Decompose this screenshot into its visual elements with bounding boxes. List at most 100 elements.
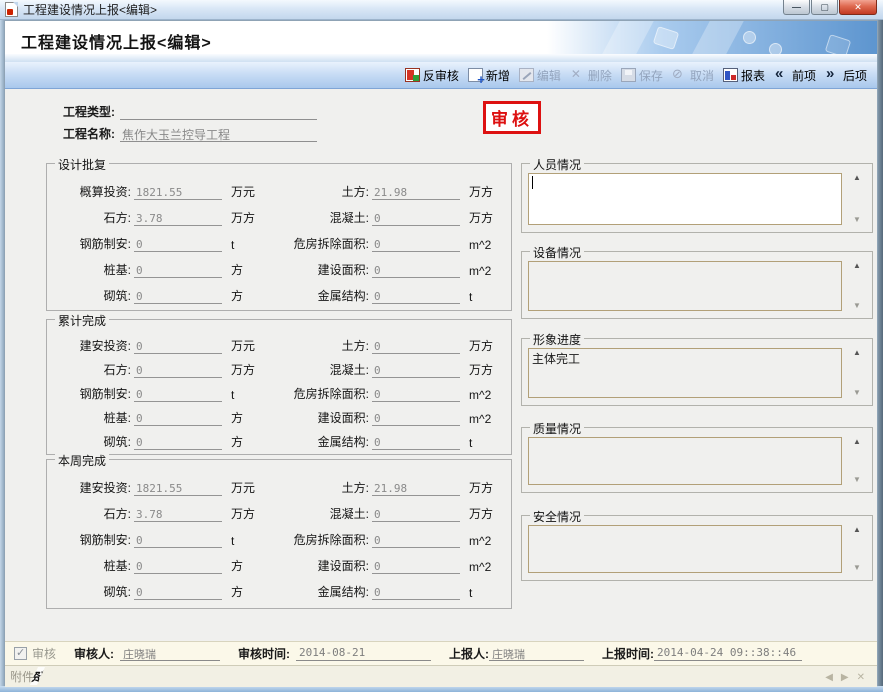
field-input[interactable]: 3.78 (134, 212, 222, 226)
scroll-down-icon[interactable]: ▼ (853, 389, 861, 397)
field-input[interactable]: 1821.55 (134, 482, 222, 496)
field-input[interactable]: 0 (372, 212, 460, 226)
field-unit: m^2 (469, 388, 491, 402)
field-label: 概算投资: (53, 183, 131, 200)
add-new-icon (468, 68, 483, 82)
field-input[interactable]: 0 (134, 436, 222, 450)
group-design-approval-title: 设计批复 (55, 156, 109, 173)
field-input[interactable]: 0 (134, 238, 222, 252)
close-icon: ✕ (854, 2, 862, 13)
header-band: 工程建设情况上报<编辑> (5, 21, 877, 54)
field-input[interactable]: 0 (134, 412, 222, 426)
field-input[interactable]: 0 (372, 508, 460, 522)
scroll-up-icon[interactable]: ▲ (853, 262, 861, 270)
field-input[interactable]: 0 (134, 388, 222, 402)
anti-audit-icon (405, 68, 420, 82)
page-title: 工程建设情况上报<编辑> (21, 29, 212, 53)
field-input[interactable]: 0 (372, 586, 460, 600)
field-row: 概算投资:1821.55万元 (53, 174, 265, 200)
field-input[interactable]: 3.78 (134, 508, 222, 522)
field-unit: 万方 (231, 361, 255, 378)
project-type-input[interactable] (120, 104, 317, 120)
panel-equipment-textarea[interactable] (528, 261, 842, 311)
field-row: 金属结构:0t (265, 278, 493, 304)
panel-personnel-textarea[interactable] (528, 173, 842, 225)
field-label: 建安投资: (53, 337, 131, 354)
report-time-input[interactable]: 2014-04-24 09::38::46 (654, 646, 802, 661)
field-input[interactable]: 0 (372, 364, 460, 378)
field-label: 石方: (53, 505, 131, 522)
field-unit: t (469, 290, 472, 304)
group-design-approval-fields: 概算投资:1821.55万元土方:21.98万方石方:3.78万方混凝土:0万方… (47, 164, 511, 304)
close-tab-icon[interactable]: ✕ (857, 672, 865, 683)
scroll-up-icon[interactable]: ▲ (853, 526, 861, 534)
reporter-input[interactable]: 庄晓瑞 (489, 646, 584, 661)
field-unit: 方 (231, 409, 243, 426)
field-label: 土方: (265, 337, 369, 354)
project-name-input[interactable]: 焦作大玉兰控导工程 (120, 126, 317, 142)
anti-audit-button-label: 反审核 (423, 67, 459, 84)
field-input[interactable]: 0 (372, 534, 460, 548)
field-input[interactable]: 0 (372, 264, 460, 278)
field-input[interactable]: 21.98 (372, 482, 460, 496)
field-unit: 万方 (469, 361, 493, 378)
delete-button-label: 删除 (588, 67, 612, 84)
scroll-down-icon[interactable]: ▼ (853, 476, 861, 484)
scroll-up-icon[interactable]: ▲ (853, 174, 861, 182)
field-input[interactable]: 1821.55 (134, 186, 222, 200)
field-input[interactable]: 0 (372, 340, 460, 354)
field-label: 桩基: (53, 261, 131, 278)
audit-checkbox[interactable] (14, 647, 27, 660)
next-item-button[interactable]: 后项 (825, 67, 867, 84)
audit-time-input[interactable]: 2014-08-21 (296, 646, 431, 661)
field-unit: 万方 (469, 505, 493, 522)
field-input[interactable]: 0 (134, 560, 222, 574)
project-name-label: 工程名称: (5, 125, 115, 142)
prev-icon (774, 68, 789, 82)
group-week-completed: 本周完成建安投资:1821.55万元土方:21.98万方石方:3.78万方混凝土… (46, 459, 512, 609)
header-gradient-strip (5, 54, 877, 62)
scroll-down-icon[interactable]: ▼ (853, 302, 861, 310)
panel-quality-textarea[interactable] (528, 437, 842, 485)
panel-safety-textarea[interactable] (528, 525, 842, 573)
field-input[interactable]: 0 (372, 388, 460, 402)
report-button-label: 报表 (741, 67, 765, 84)
field-input[interactable]: 0 (372, 412, 460, 426)
scroll-left-icon[interactable]: ◀ (825, 672, 833, 683)
cancel-icon (672, 68, 687, 82)
report-button[interactable]: 报表 (723, 67, 765, 84)
field-unit: 方 (231, 583, 243, 600)
field-label: 建设面积: (265, 557, 369, 574)
field-input[interactable]: 0 (134, 534, 222, 548)
field-input[interactable]: 0 (134, 586, 222, 600)
field-unit: 万元 (231, 337, 255, 354)
scroll-down-icon[interactable]: ▼ (853, 564, 861, 572)
maximize-button[interactable]: ▢ (811, 0, 838, 15)
scroll-right-icon[interactable]: ▶ (841, 672, 849, 683)
field-row: 土方:0万方 (265, 330, 493, 354)
field-input[interactable]: 0 (372, 238, 460, 252)
field-input[interactable]: 21.98 (372, 186, 460, 200)
auditor-input[interactable]: 庄晓瑞 (120, 646, 220, 661)
field-input[interactable]: 0 (134, 264, 222, 278)
add-new-button[interactable]: 新增 (468, 67, 510, 84)
field-input[interactable]: 0 (372, 290, 460, 304)
scroll-up-icon[interactable]: ▲ (853, 438, 861, 446)
prev-item-button[interactable]: 前项 (774, 67, 816, 84)
anti-audit-button[interactable]: 反审核 (405, 67, 459, 84)
field-input[interactable]: 0 (134, 340, 222, 354)
minimize-button[interactable]: — (783, 0, 810, 15)
field-label: 土方: (265, 183, 369, 200)
scroll-down-icon[interactable]: ▼ (853, 216, 861, 224)
field-input[interactable]: 0 (134, 364, 222, 378)
scroll-up-icon[interactable]: ▲ (853, 349, 861, 357)
group-cumulative-completed-title: 累计完成 (55, 312, 109, 329)
field-unit: m^2 (469, 534, 491, 548)
panel-progress-image-textarea[interactable]: 主体完工 (528, 348, 842, 398)
close-button[interactable]: ✕ (839, 0, 877, 15)
field-input[interactable]: 0 (134, 290, 222, 304)
field-input[interactable]: 0 (372, 436, 460, 450)
field-unit: 万元 (231, 479, 255, 496)
field-input[interactable]: 0 (372, 560, 460, 574)
form-area: 工程类型: 工程名称: 焦作大玉兰控导工程 审核 设计批复概算投资:1821.5… (5, 89, 877, 641)
